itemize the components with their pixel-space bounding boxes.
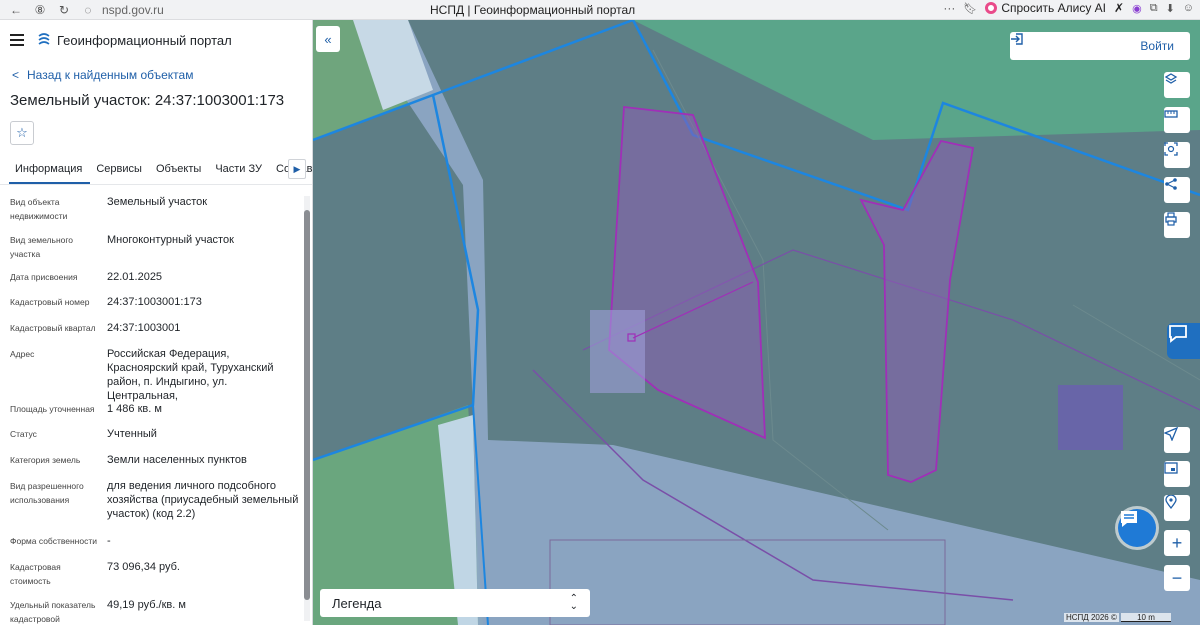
legend-dropdown[interactable]: Легенда ⌃ ⌄: [320, 589, 590, 617]
object-title: Земельный участок: 24:37:1003001:173: [10, 92, 285, 109]
basemap-button[interactable]: [1164, 461, 1190, 487]
map-building: [1058, 385, 1123, 450]
tab-services[interactable]: Сервисы: [90, 157, 150, 184]
property-label: Удельный показатель кадастровой: [10, 600, 96, 624]
zoom-in-button[interactable]: +: [1164, 530, 1190, 556]
bookmark-icon[interactable]: 🔖︎: [963, 2, 977, 15]
more-icon[interactable]: ···: [943, 1, 955, 15]
property-value: 1 486 кв. м: [107, 403, 162, 415]
map-building: [590, 310, 645, 393]
property-value: для ведения личного подсобного хозяйства…: [107, 480, 299, 520]
login-button[interactable]: Войти: [1010, 32, 1190, 60]
panel-scrollbar[interactable]: [304, 196, 310, 621]
back-to-results-link[interactable]: < Назад к найденным объектам: [0, 68, 312, 82]
scroll-thumb[interactable]: [304, 210, 310, 600]
print-button[interactable]: [1164, 212, 1190, 238]
shield-icon[interactable]: ◌: [80, 2, 96, 18]
browser-bar: ← ⑧ ↻ ◌ nspd.gov.ru НСПД | Геоинформацио…: [0, 0, 1200, 20]
plus-icon: +: [1171, 533, 1183, 553]
map-view[interactable]: « Войти + − Легенда ⌃ ⌄ НСПД 2026 © 10 m: [313, 20, 1200, 625]
property-label: Вид объекта недвижимости: [10, 197, 68, 221]
app-header: Геоинформационный портал: [0, 20, 312, 60]
zoom-out-button[interactable]: −: [1164, 565, 1190, 591]
minus-icon: −: [1171, 568, 1183, 588]
tab-parts[interactable]: Части ЗУ: [209, 157, 270, 184]
property-label: Дата присвоения: [10, 272, 78, 282]
property-value: 24:37:1003001:173: [107, 296, 202, 308]
tab-title: НСПД | Геоинформационный портал: [430, 3, 636, 17]
star-icon: ☆: [16, 125, 28, 140]
property-value: Российская Федерация, Красноярский край,…: [107, 348, 274, 402]
address-bar[interactable]: nspd.gov.ru: [102, 3, 164, 17]
share-button[interactable]: [1164, 177, 1190, 203]
chevron-right-icon: ▶: [293, 163, 301, 174]
property-value: 73 096,34 руб.: [107, 561, 180, 573]
map-canvas[interactable]: [313, 20, 1200, 625]
property-value: Земельный участок: [107, 196, 208, 208]
extension-icon[interactable]: ✗: [1114, 1, 1124, 15]
double-chevron-left-icon: «: [324, 31, 332, 47]
favorite-button[interactable]: ☆: [10, 121, 34, 145]
property-label: Категория земель: [10, 455, 81, 465]
profile-icon[interactable]: ☺: [1183, 2, 1194, 14]
yandex-icon[interactable]: ⑧: [32, 2, 48, 18]
property-label: Вид разрешенного использования: [10, 481, 84, 505]
geolocation-button[interactable]: [1164, 427, 1190, 453]
measure-button[interactable]: [1164, 107, 1190, 133]
chevron-left-icon: <: [12, 68, 20, 82]
property-label: Статус: [10, 429, 37, 439]
side-assistant-button[interactable]: [1167, 323, 1200, 359]
alice-button[interactable]: Спросить Алису AI: [985, 1, 1106, 15]
property-value: Земли населенных пунктов: [107, 454, 247, 466]
property-label: Кадастровый номер: [10, 297, 90, 307]
property-value: 24:37:1003001: [107, 322, 181, 334]
chevron-up-down-icon: ⌃ ⌄: [569, 593, 578, 612]
tab-information[interactable]: Информация: [9, 157, 91, 184]
menu-icon[interactable]: [10, 34, 24, 46]
collapse-panel-button[interactable]: «: [316, 26, 340, 52]
property-label: Площадь уточненная: [10, 404, 95, 414]
layers-button[interactable]: [1164, 72, 1190, 98]
property-label: Форма собственности: [10, 536, 97, 546]
properties-list: Вид объекта недвижимости Земельный участ…: [0, 184, 303, 625]
location-search-button[interactable]: [1164, 495, 1190, 521]
map-scale: 10 m: [1121, 613, 1171, 622]
assistant-chat-button[interactable]: [1118, 509, 1156, 547]
property-value: 49,19 руб./кв. м: [107, 599, 186, 611]
extension-purple-icon[interactable]: ◉: [1132, 2, 1142, 15]
back-label: Назад к найденным объектам: [27, 68, 194, 82]
property-value: Учтенный: [107, 428, 157, 440]
select-area-button[interactable]: [1164, 142, 1190, 168]
property-label: Кадастровый квартал: [10, 323, 96, 333]
map-attribution[interactable]: НСПД 2026 ©: [1064, 613, 1119, 622]
alice-label: Спросить Алису AI: [1001, 1, 1107, 15]
downloads-icon[interactable]: ⬇: [1166, 2, 1175, 15]
back-arrow-icon[interactable]: ←: [8, 2, 24, 18]
alice-icon: [985, 2, 998, 14]
property-value: -: [107, 535, 111, 547]
login-label: Войти: [1140, 39, 1174, 53]
reload-icon[interactable]: ↻: [56, 2, 72, 18]
object-info-panel: Геоинформационный портал < Назад к найде…: [0, 20, 313, 625]
property-label: Адрес: [10, 349, 35, 359]
property-value: 22.01.2025: [107, 271, 163, 283]
property-label: Вид земельного участка: [10, 235, 74, 259]
property-label: Кадастровая стоимость: [10, 562, 61, 586]
portal-logo-icon: [37, 33, 51, 47]
info-tabs: Информация Сервисы Объекты Части ЗУ Сост…: [0, 157, 312, 185]
tab-objects[interactable]: Объекты: [150, 157, 209, 184]
legend-label: Легенда: [332, 595, 382, 611]
property-value: Многоконтурный участок: [107, 234, 234, 246]
tabs-next-button[interactable]: ▶: [288, 159, 306, 179]
puzzle-icon[interactable]: ⧉: [1150, 2, 1158, 15]
app-title: Геоинформационный портал: [57, 32, 232, 48]
